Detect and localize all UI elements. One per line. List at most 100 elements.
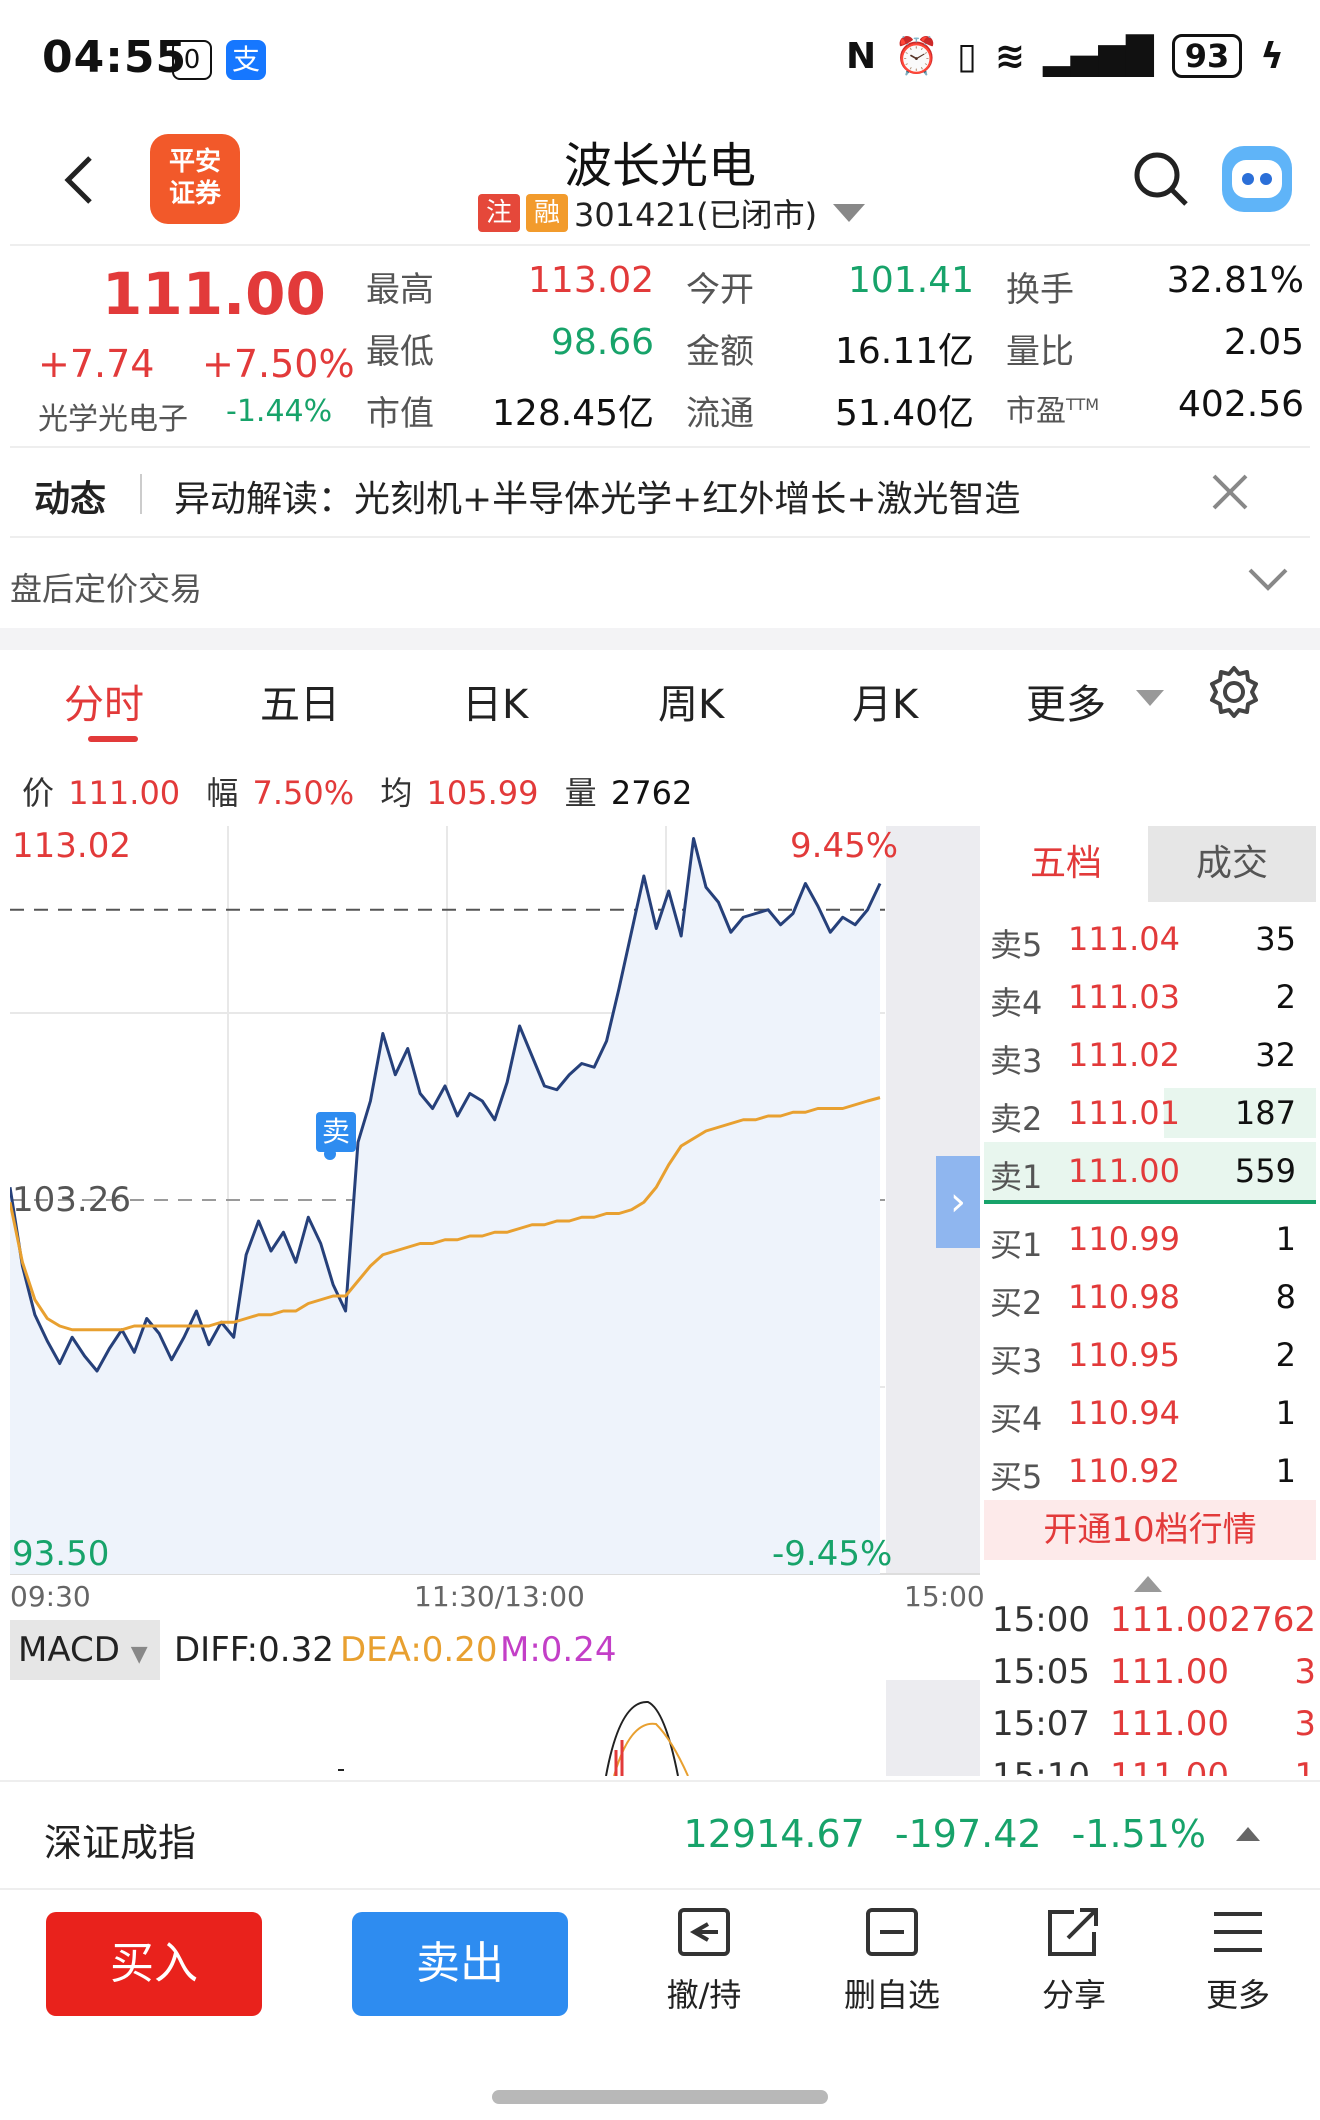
intraday-chart[interactable]: 113.02 9.45% 103.26 93.50 -9.45% 卖 › 09:…	[10, 826, 985, 1613]
time-start: 09:30	[10, 1580, 91, 1613]
macd-m: M:0.24	[500, 1630, 617, 1670]
action-bar: 买入 卖出 撤/持 删自选 分享 更多	[0, 1888, 1320, 2058]
bid-row[interactable]: 买5 110.92 1	[984, 1442, 1316, 1500]
tab-monthly-k[interactable]: 月K	[852, 672, 918, 730]
gear-icon[interactable]	[1206, 664, 1262, 720]
share-button[interactable]: 分享	[1004, 1904, 1144, 2016]
bid-row[interactable]: 买2 110.98 8	[984, 1268, 1316, 1326]
quote-panel: 111.00 +7.74 +7.50% 光学光电子 -1.44% 最高 113.…	[10, 244, 1310, 444]
dropdown-caret-icon	[833, 204, 866, 222]
volume-ratio-value: 2.05	[1223, 322, 1304, 363]
tab-five-day[interactable]: 五日	[260, 672, 340, 730]
chart-tabs: 分时 五日 日K 周K 月K 更多	[10, 650, 1310, 750]
home-indicator[interactable]	[492, 2090, 828, 2104]
remove-watchlist-icon	[866, 1908, 918, 1956]
ask-row[interactable]: 卖5 111.04 35	[984, 910, 1316, 968]
dynamic-text[interactable]: 异动解读：光刻机+半导体光学+红外增长+激光智造	[174, 470, 1021, 522]
dynamic-label: 动态	[34, 479, 107, 520]
expand-up-icon[interactable]	[1236, 1827, 1260, 1841]
expand-orderbook-icon[interactable]: ›	[936, 1156, 980, 1248]
registration-tag: 注	[478, 194, 520, 232]
bid-row[interactable]: 买1 110.99 1	[984, 1210, 1316, 1268]
buy-button[interactable]: 买入	[46, 1912, 262, 2016]
after-hours-label: 盘后定价交易	[10, 570, 203, 608]
ask-row[interactable]: 卖3 111.02 32	[984, 1026, 1316, 1084]
notification-icon: 0	[172, 40, 212, 80]
more-button[interactable]: 更多	[1168, 1904, 1308, 2016]
amount-label: 金额	[686, 332, 754, 372]
float-cap-value: 51.40亿	[834, 393, 974, 434]
macd-chart	[338, 1680, 980, 1776]
alipay-icon: 支	[226, 40, 266, 80]
top-price-label: 113.02	[12, 826, 131, 866]
low-label: 最低	[366, 332, 434, 372]
menu-icon	[1214, 1912, 1262, 1952]
sell-marker[interactable]: 卖	[316, 1112, 356, 1152]
open-value: 101.41	[848, 260, 974, 301]
macd-diff: DIFF:0.32	[174, 1630, 334, 1670]
open-ten-level-button[interactable]: 开通10档行情	[984, 1500, 1316, 1560]
info-range: 7.50%	[252, 774, 355, 812]
stock-code-status: 301421(已闭市)	[574, 196, 818, 234]
prev-close-label: 103.26	[12, 1180, 131, 1220]
trade-row: 15:05 111.00 3	[992, 1652, 1316, 1692]
status-time: 04:55	[42, 32, 188, 83]
cancel-hold-button[interactable]: 撤/持	[634, 1904, 774, 2016]
tab-more[interactable]: 更多	[1026, 672, 1106, 730]
more-caret-icon	[1136, 690, 1164, 706]
stock-code-selector[interactable]: 注 融 301421(已闭市)	[478, 190, 866, 236]
cancel-hold-icon	[678, 1908, 730, 1956]
info-price: 111.00	[68, 774, 181, 812]
index-ticker-bar[interactable]: 深证成指 12914.67 -197.42 -1.51%	[0, 1780, 1320, 1886]
bid-row[interactable]: 买4 110.94 1	[984, 1384, 1316, 1442]
sector-name[interactable]: 光学光电子	[38, 394, 188, 438]
time-end: 15:00	[904, 1580, 985, 1613]
remove-watchlist-button[interactable]: 删自选	[822, 1904, 962, 2016]
ask-row[interactable]: 卖4 111.03 2	[984, 968, 1316, 1026]
index-values: 12914.67 -197.42 -1.51%	[684, 1812, 1260, 1856]
vibrate-icon: ▯	[956, 35, 977, 77]
section-gap	[0, 628, 1320, 650]
trade-ticks: 15:00 111.00 2762 15:05 111.00 3 15:07 1…	[984, 1570, 1316, 1776]
status-bar: 04:55 0 支 N ⏰ ▯ ≋ ▂▄▆█ 93 ϟ	[0, 0, 1320, 110]
close-icon[interactable]	[1208, 460, 1252, 527]
order-book: 五档 成交 卖5 111.04 35 卖4 111.03 2 卖3 111.02…	[984, 826, 1316, 1566]
intraday-chart-svg	[10, 826, 980, 1575]
sell-button[interactable]: 卖出	[352, 1912, 568, 2016]
signal-icon: ▂▄▆█	[1042, 35, 1154, 77]
sector-percent: -1.44%	[226, 394, 333, 429]
spread-divider	[984, 1200, 1316, 1204]
tab-five-level[interactable]: 五档	[984, 826, 1148, 902]
chevron-down-icon[interactable]	[1246, 558, 1290, 604]
index-percent: -1.51%	[1071, 1812, 1206, 1856]
tab-trades[interactable]: 成交	[1148, 826, 1316, 902]
change-amount: +7.74	[38, 342, 155, 386]
tab-weekly-k[interactable]: 周K	[658, 672, 724, 730]
search-icon[interactable]	[1132, 150, 1190, 208]
index-name: 深证成指	[44, 1821, 197, 1865]
scroll-up-icon[interactable]	[1134, 1576, 1162, 1592]
tab-intraday[interactable]: 分时	[64, 672, 144, 730]
volume-ratio-label: 量比	[1006, 332, 1074, 372]
tab-daily-k[interactable]: 日K	[462, 672, 528, 730]
top-pct-label: 9.45%	[790, 826, 899, 866]
nfc-icon: N	[846, 35, 877, 77]
wifi-icon: ≋	[994, 35, 1025, 77]
amount-value: 16.11亿	[834, 331, 974, 372]
ai-assistant-icon[interactable]	[1222, 146, 1292, 212]
macd-panel[interactable]: MACD ▼ DIFF:0.32 DEA:0.20 M:0.24	[10, 1620, 980, 1776]
macd-dea: DEA:0.20	[340, 1630, 498, 1670]
ask-row[interactable]: 卖2 111.01 187	[984, 1084, 1316, 1142]
stock-name: 波长光电	[563, 138, 756, 194]
after-hours-trading[interactable]: 盘后定价交易	[10, 540, 1310, 626]
time-mid: 11:30/13:00	[414, 1580, 585, 1613]
ask-row[interactable]: 卖1 111.00 559	[984, 1142, 1316, 1200]
bottom-price-label: 93.50	[12, 1534, 110, 1574]
last-price: 111.00	[102, 260, 326, 328]
news-dynamic-bar[interactable]: 动态 异动解读：光刻机+半导体光学+红外增长+激光智造	[10, 446, 1310, 538]
bid-row[interactable]: 买3 110.95 2	[984, 1326, 1316, 1384]
pe-value: 402.56	[1178, 384, 1304, 425]
active-tab-underline	[88, 736, 138, 742]
trade-row: 15:07 111.00 3	[992, 1704, 1316, 1744]
macd-selector[interactable]: MACD ▼	[10, 1620, 160, 1680]
